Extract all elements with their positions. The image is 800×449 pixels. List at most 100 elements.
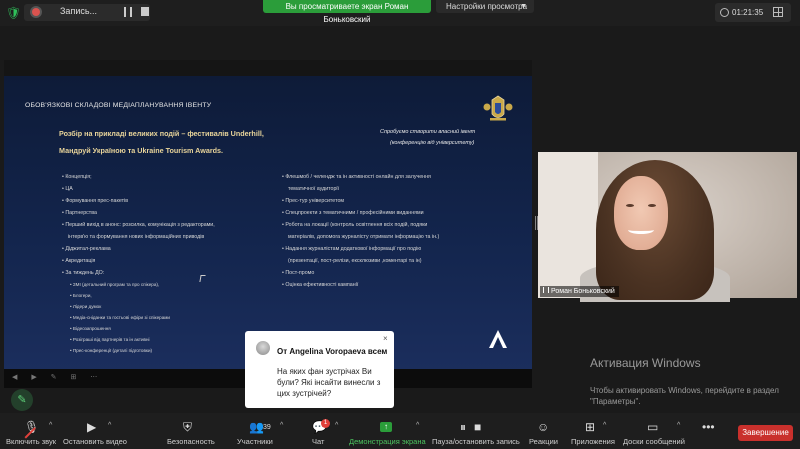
slide-note-line2: (конференцію від університету)	[390, 140, 475, 146]
list-item: • ЦА	[62, 186, 73, 192]
apps-button[interactable]: ⊞ ^ Приложения	[568, 413, 616, 449]
chat-sender: От Angelina Voropaeva всем	[277, 347, 388, 356]
reactions-button[interactable]: ☺ Реакции	[526, 413, 560, 449]
timer-text: 01:21:35	[732, 8, 764, 17]
windows-activation-title: Активация Windows	[590, 356, 701, 370]
slide-subtitle-line2: Мандруй Україною та Ukraine Tourism Awar…	[59, 146, 224, 155]
encryption-shield-icon[interactable]: 🛡	[6, 6, 21, 20]
unmute-label: Включить звук	[6, 437, 57, 446]
view-settings-button[interactable]: Настройки просмотра ▼	[436, 0, 534, 13]
list-item: (презентації, пост-релізи, ексклюзиви ,к…	[288, 258, 422, 264]
list-item: • Концепція;	[62, 174, 92, 180]
chat-label: Чат	[312, 437, 325, 446]
clock-icon	[720, 8, 729, 17]
pause-recording-label: Пауза/остановить запись	[432, 437, 520, 446]
list-subitem: • Блогери,	[70, 293, 92, 298]
unmute-button[interactable]: 🎙 ^ Включить звук	[0, 413, 62, 449]
slide-top-strip	[4, 60, 532, 76]
participant-name-tag: Роман Боньковский	[540, 286, 619, 297]
chevron-up-icon[interactable]: ^	[108, 422, 111, 429]
unread-badge: 1	[321, 419, 330, 428]
chevron-up-icon[interactable]: ^	[603, 422, 606, 429]
list-item: • Спецпроекти з тематичними / професійни…	[282, 210, 424, 216]
list-item: • Прес-тур університетом	[282, 198, 345, 204]
university-crest-icon	[483, 95, 513, 121]
slide-note-line1: Спробуємо створити власний івент	[380, 129, 476, 135]
participants-count: 39	[263, 424, 271, 431]
list-subitem: • ЗМІ (детальний програм та про спікера)…	[70, 282, 160, 287]
participants-label: Участники	[237, 437, 273, 446]
slide-controls-icon[interactable]: ◀ ▶ ✎ ⊞ ⋯	[12, 373, 103, 381]
list-subitem: • Медіа-сніданки та гостьові ефіри зі сп…	[70, 315, 170, 320]
stop-recording-icon[interactable]	[141, 7, 149, 16]
video-person-face	[614, 176, 668, 250]
smiley-plus-icon: ☺	[537, 420, 550, 434]
list-item: тематичної аудиторії	[288, 186, 340, 192]
security-button[interactable]: ⛨ Безопасность	[164, 413, 216, 449]
video-person-eye	[626, 204, 634, 207]
chevron-up-icon[interactable]: ^	[280, 422, 283, 429]
screen-share-banner: Вы просматриваете экран Роман Боньковски…	[263, 0, 431, 24]
video-camera-icon: ▶	[87, 420, 97, 434]
slide-subtitle-line1: Розбір на прикладі великих подій – фести…	[59, 129, 264, 138]
video-person-smile	[628, 226, 654, 234]
whiteboard-icon: ▭	[647, 420, 659, 434]
more-dots-icon: •••	[702, 420, 715, 434]
list-item: • Флешмоб / челендж та ін активності онл…	[282, 174, 431, 180]
recording-dot-icon	[32, 8, 40, 16]
more-button[interactable]: •••	[690, 413, 724, 449]
video-person-eye	[648, 204, 656, 207]
list-item: • Оцінка ефективності кампанії	[282, 282, 359, 288]
pause-recording-icon[interactable]	[124, 7, 132, 17]
share-screen-label: Демонстрация экрана	[349, 437, 426, 446]
pause-icon: ⏸	[460, 420, 467, 434]
list-item: інтерв'ю та формування нових інформаційн…	[68, 234, 205, 240]
list-item: матеріалів, допомога журналісту отримати…	[288, 234, 440, 240]
share-screen-icon: ↑	[380, 422, 392, 432]
chat-button[interactable]: 💬 1 ^ Чат	[302, 413, 338, 449]
gallery-view-icon[interactable]	[773, 7, 783, 17]
close-icon[interactable]: ×	[383, 334, 388, 343]
pause-recording-button[interactable]: ⏸ ■ Пауза/остановить запись	[430, 413, 520, 449]
shield-icon: ⛨	[183, 420, 193, 434]
list-subitem: • Відеозапрошення	[70, 326, 111, 331]
list-item: • Робота на локації (контроль освітлення…	[282, 222, 428, 228]
stop-video-button[interactable]: ▶ ^ Остановить видео	[62, 413, 140, 449]
list-item: • Пост-промо	[282, 270, 315, 276]
audio-level-icon	[543, 287, 549, 293]
annotate-pen-icon[interactable]: ✎	[11, 389, 33, 411]
list-item: • Партнерства	[62, 210, 97, 216]
chevron-up-icon[interactable]: ^	[677, 422, 680, 429]
share-screen-button[interactable]: ↑ ^ Демонстрация экрана	[346, 413, 426, 449]
list-item: • Надання журналістам додаткової інформа…	[282, 246, 422, 252]
stop-icon: ■	[474, 420, 482, 434]
chevron-up-icon[interactable]: ^	[49, 422, 52, 429]
end-meeting-button[interactable]: Завершение	[738, 425, 793, 441]
avatar	[256, 341, 270, 355]
apps-label: Приложения	[571, 437, 615, 446]
list-item: • Діджитал-реклама	[62, 246, 111, 252]
brand-logo-icon	[489, 330, 507, 348]
chevron-up-icon[interactable]: ^	[335, 422, 338, 429]
view-settings-label: Настройки просмотра	[446, 2, 528, 11]
reactions-label: Реакции	[529, 437, 558, 446]
windows-activation-subtitle: Чтобы активировать Windows, перейдите в …	[590, 386, 779, 406]
list-subitem: • Розіграші від партнерів та ін активні	[70, 337, 150, 342]
chevron-down-icon: ▼	[520, 3, 527, 10]
apps-grid-icon: ⊞	[585, 420, 596, 434]
list-item: • Акредитація	[62, 258, 96, 264]
stop-video-label: Остановить видео	[63, 437, 127, 446]
list-item: • Перший вихід в анонс: розсилка, комуні…	[62, 222, 215, 228]
list-item: • За тиждень ДО:	[62, 270, 105, 276]
participants-button[interactable]: 👥 39 ^ Участники	[234, 413, 290, 449]
chevron-up-icon[interactable]: ^	[416, 422, 419, 429]
whiteboards-label: Доски сообщений	[623, 437, 685, 446]
whiteboards-button[interactable]: ▭ ^ Доски сообщений	[620, 413, 686, 449]
recording-label: Запись...	[60, 6, 98, 16]
mouse-cursor-icon	[199, 275, 206, 282]
security-label: Безопасность	[167, 437, 215, 446]
slide-heading: ОБОВ'ЯЗКОВІ СКЛАДОВІ МЕДІАПЛАНУВАННЯ ІВЕ…	[25, 102, 212, 109]
participants-icon: 👥	[249, 420, 264, 434]
list-item: • Формування прес-пакетів	[62, 198, 129, 204]
list-subitem: • Прес-конференції (деталі підготовки)	[70, 348, 153, 353]
